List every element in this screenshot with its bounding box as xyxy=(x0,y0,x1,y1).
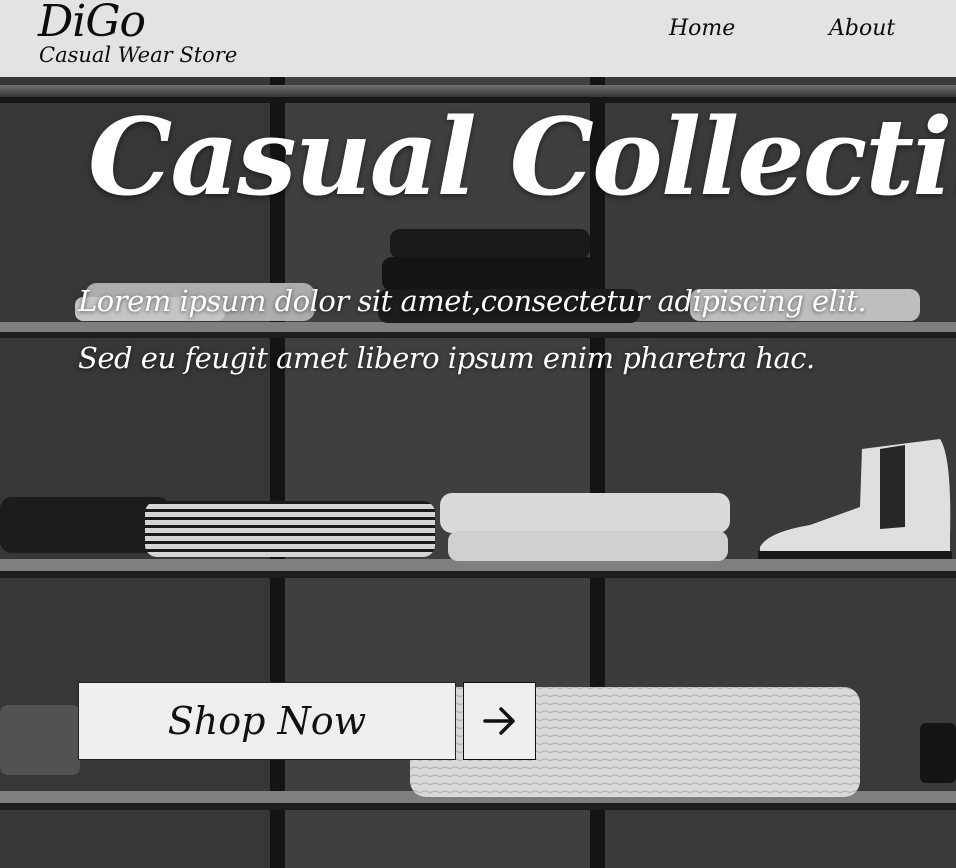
brand-logo[interactable]: DiGo xyxy=(38,0,146,47)
site-header: DiGo Casual Wear Store Home About xyxy=(0,0,956,77)
hero-title: Casual Collectin xyxy=(88,94,956,219)
hero-description: Lorem ipsum dolor sit amet,consectetur a… xyxy=(78,273,938,387)
brand-tagline: Casual Wear Store xyxy=(39,43,238,67)
shop-arrow-button[interactable] xyxy=(463,682,536,760)
arrow-right-icon xyxy=(482,707,515,735)
hero-section: Casual Collectin Lorem ipsum dolor sit a… xyxy=(0,77,956,868)
shop-now-button[interactable]: Shop Now xyxy=(78,682,456,760)
hero-text-line: Sed eu feugit amet libero ipsum enim pha… xyxy=(78,341,815,375)
nav-home-link[interactable]: Home xyxy=(669,16,735,41)
nav-about-link[interactable]: About xyxy=(829,16,895,41)
hero-text-line: Lorem ipsum dolor sit amet,consectetur a… xyxy=(78,284,867,318)
page: DiGo Casual Wear Store Home About Casual… xyxy=(0,0,956,868)
